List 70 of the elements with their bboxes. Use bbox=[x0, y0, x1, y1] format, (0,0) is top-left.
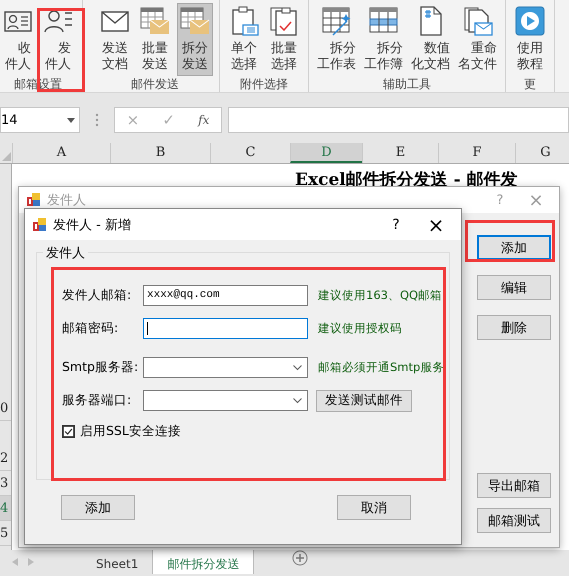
hint-text: 邮箱必须开通Smtp服务 bbox=[318, 360, 444, 375]
group-label: 邮件发送 bbox=[130, 76, 180, 92]
input-field[interactable]: xxxx@qq.com bbox=[143, 285, 308, 306]
input-field[interactable] bbox=[143, 318, 308, 339]
field-label: Smtp服务器: bbox=[62, 359, 140, 376]
group-label: 辅助工具 bbox=[382, 76, 432, 92]
text-cursor bbox=[147, 322, 148, 335]
field-label: 服务器端口: bbox=[62, 392, 132, 409]
row-header[interactable]: 0 bbox=[0, 396, 11, 421]
column-header[interactable]: B bbox=[110, 143, 210, 163]
dialog-button[interactable]: 取消 bbox=[337, 495, 411, 520]
checkbox-label[interactable]: 启用SSL安全连接 bbox=[80, 423, 181, 440]
ribbon-button[interactable]: 发件人 bbox=[40, 3, 76, 76]
column-header[interactable]: F bbox=[438, 143, 515, 163]
group-label: 附件选择 bbox=[239, 76, 289, 92]
ribbon-button[interactable]: 收件人 bbox=[0, 3, 36, 76]
ribbon-button[interactable]: 重命名文件 bbox=[456, 3, 499, 76]
insert-function-button[interactable]: fx bbox=[198, 113, 210, 127]
column-header[interactable]: D bbox=[290, 143, 362, 163]
table-envelope-icon bbox=[139, 5, 171, 37]
row-header[interactable]: 2 bbox=[0, 446, 11, 471]
column-header[interactable]: A bbox=[12, 143, 110, 163]
dropdown-field[interactable] bbox=[143, 390, 308, 411]
ribbon-button[interactable]: 拆分工作簿 bbox=[362, 3, 405, 76]
field-label: 邮箱密码: bbox=[62, 320, 120, 337]
ribbon-button[interactable]: 批量选择 bbox=[266, 3, 302, 76]
chevron-down-icon bbox=[293, 364, 302, 370]
cell-reference: 14 bbox=[1, 112, 18, 128]
group-label: 更 bbox=[523, 76, 537, 92]
send-test-button[interactable]: 发送测试邮件 bbox=[316, 390, 412, 412]
help-button[interactable]: ? bbox=[379, 216, 413, 232]
hint-text: 建议使用163、QQ邮箱 bbox=[318, 288, 442, 303]
row-header[interactable]: 5 bbox=[0, 521, 11, 546]
document-envelope-icon bbox=[462, 5, 494, 37]
formula-field[interactable] bbox=[228, 107, 569, 133]
ribbon-button[interactable]: 使用教程 bbox=[512, 3, 548, 76]
row-header[interactable]: 4 bbox=[0, 496, 11, 521]
add-sheet-icon[interactable] bbox=[292, 550, 308, 566]
chevron-down-icon bbox=[293, 398, 302, 404]
ribbon-button[interactable]: 拆分工作表 bbox=[315, 3, 358, 76]
dialog-title: 发件人 - 新增 bbox=[53, 216, 132, 234]
side-button[interactable]: 编辑 bbox=[477, 275, 551, 300]
close-button[interactable]: × bbox=[419, 212, 453, 236]
ribbon-button[interactable]: 发送文档 bbox=[97, 3, 133, 76]
window-title: 发件人 bbox=[47, 192, 87, 209]
ribbon-button[interactable]: 拆分发送 bbox=[177, 3, 213, 76]
column-header[interactable]: G bbox=[515, 143, 569, 163]
group-label: 发件人 bbox=[43, 244, 88, 262]
play-icon bbox=[514, 5, 546, 37]
side-button[interactable]: 删除 bbox=[477, 315, 551, 340]
ribbon-button[interactable]: 单个选择 bbox=[226, 3, 262, 76]
dropdown-field[interactable] bbox=[143, 357, 308, 378]
ribbon-button[interactable]: 数值化文档 bbox=[409, 3, 452, 76]
ribbon-button[interactable]: 批量发送 bbox=[137, 3, 173, 76]
dialog-button[interactable]: 添加 bbox=[61, 495, 135, 520]
hint-text: 建议使用授权码 bbox=[318, 321, 402, 336]
dropdown-caret-icon[interactable] bbox=[67, 118, 75, 122]
field-label: 发件人邮箱: bbox=[62, 287, 132, 304]
name-box[interactable]: 14 bbox=[0, 107, 80, 133]
side-button[interactable]: 添加 bbox=[477, 235, 551, 260]
side-button[interactable]: 导出邮箱 bbox=[477, 473, 551, 498]
sheet-tab[interactable]: 邮件拆分发送 bbox=[153, 550, 254, 574]
table-wand-icon bbox=[320, 5, 352, 37]
grip-icon bbox=[95, 113, 99, 127]
window-icon bbox=[33, 218, 47, 232]
window-icon bbox=[27, 193, 41, 207]
side-button[interactable]: 邮箱测试 bbox=[477, 508, 551, 533]
column-header[interactable]: E bbox=[362, 143, 438, 163]
checkbox[interactable] bbox=[62, 425, 75, 438]
table-envelope-icon bbox=[179, 5, 211, 37]
